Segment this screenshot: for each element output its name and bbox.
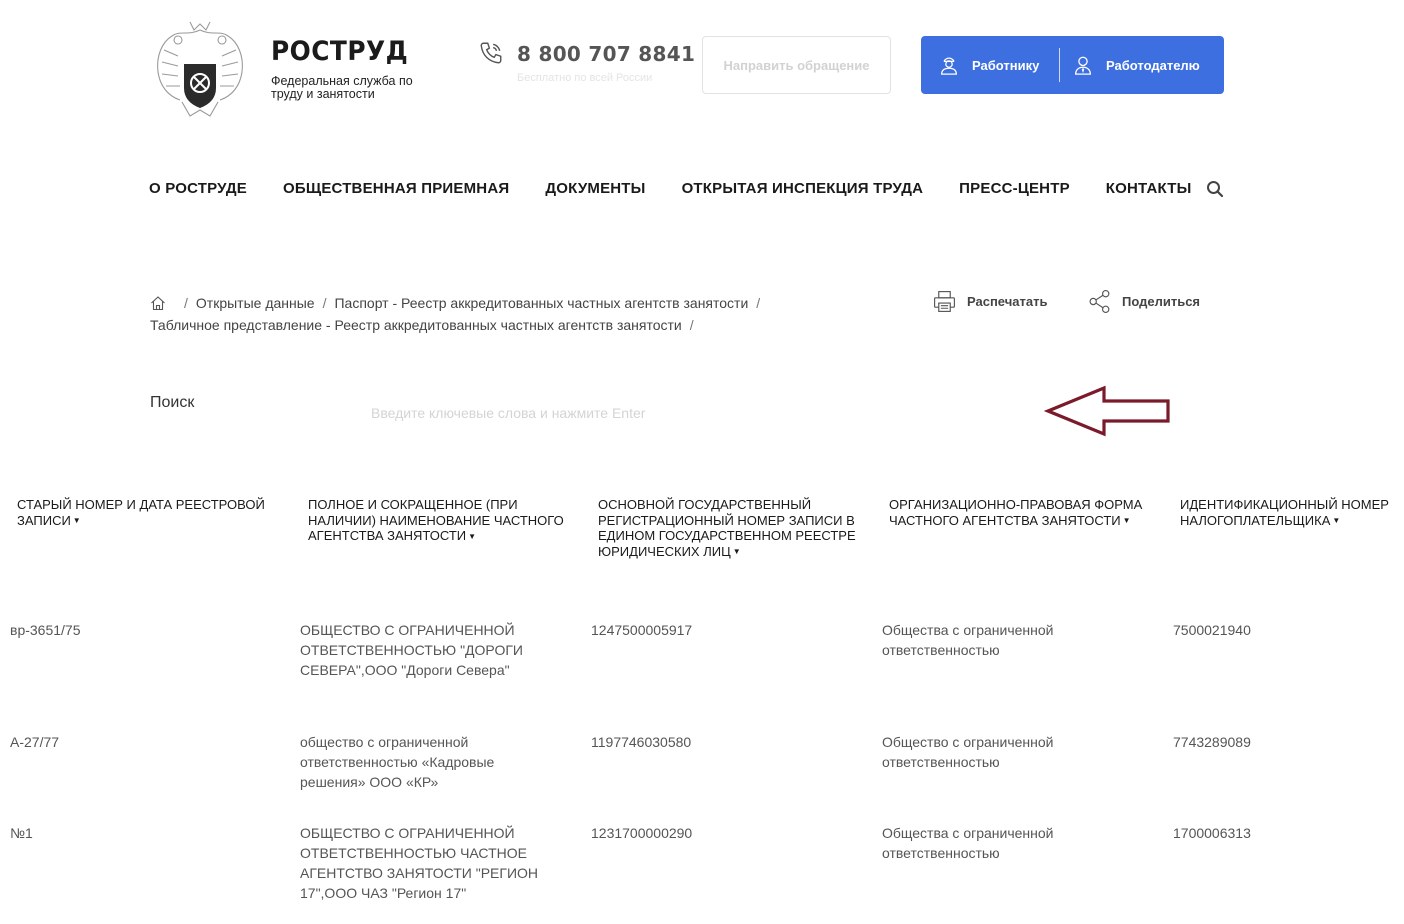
home-icon[interactable] [150, 295, 166, 311]
hotline-note: Бесплатно по всей России [517, 72, 653, 84]
table-cell-inn: 7743289089 [1173, 734, 1251, 750]
breadcrumb-item-table-view[interactable]: Табличное представление - Реестр аккреди… [150, 314, 682, 336]
audience-switch: Работнику Работодателю [921, 36, 1224, 94]
send-appeal-button[interactable]: Направить обращение [702, 36, 891, 94]
table-cell-old-number: А-27/77 [10, 734, 60, 750]
table-cell-old-number: вр-3651/75 [10, 622, 81, 638]
hotline-phone-number[interactable]: 8 800 707 8841 [517, 42, 695, 66]
table-cell-old-number: №1 [10, 825, 33, 841]
table-cell-legal-form: Общества с ограниченной ответственностью [882, 825, 1054, 861]
breadcrumb-separator: / [184, 295, 188, 311]
brand-subtitle: Федеральная служба по труду и занятости [271, 74, 413, 101]
nav-item-open-inspection[interactable]: ОТКРЫТАЯ ИНСПЕКЦИЯ ТРУДА [682, 180, 924, 197]
column-header-name[interactable]: ПОЛНОЕ И СОКРАЩЕННОЕ (ПРИ НАЛИЧИИ) НАИМЕ… [308, 497, 570, 544]
column-header-old-number[interactable]: СТАРЫЙ НОМЕР И ДАТА РЕЕСТРОВОЙ ЗАПИСИ ▼ [17, 497, 267, 529]
employer-button-label: Работодателю [1106, 57, 1200, 73]
breadcrumb-separator: / [689, 317, 694, 333]
table-cell-legal-form: Общество с ограниченной ответственностью [882, 734, 1054, 770]
column-header-ogrn[interactable]: ОСНОВНОЙ ГОСУДАРСТВЕННЫЙ РЕГИСТРАЦИОННЫЙ… [598, 497, 856, 560]
worker-button-label: Работнику [972, 57, 1040, 73]
breadcrumb-separator: / [322, 295, 327, 311]
search-label: Поиск [150, 394, 195, 411]
share-icon [1089, 289, 1110, 314]
sort-caret-icon: ▼ [468, 531, 477, 541]
table-cell-name: ОБЩЕСТВО С ОГРАНИЧЕННОЙ ОТВЕТСТВЕННОСТЬЮ… [300, 622, 523, 678]
main-nav: О РОСТРУДЕ ОБЩЕСТВЕННАЯ ПРИЕМНАЯ ДОКУМЕН… [149, 180, 1191, 197]
breadcrumb: / Открытые данные / Паспорт - Реестр акк… [150, 292, 850, 336]
table-cell-ogrn: 1247500005917 [591, 622, 693, 638]
breadcrumb-item-passport[interactable]: Паспорт - Реестр аккредитованных частных… [334, 292, 748, 314]
search-input[interactable] [362, 398, 882, 428]
worker-icon [941, 57, 957, 75]
share-button-label: Поделиться [1122, 294, 1201, 309]
breadcrumb-separator: / [756, 295, 761, 311]
nav-item-documents[interactable]: ДОКУМЕНТЫ [545, 180, 645, 197]
table-cell-legal-form: Общества с ограниченной ответственностью [882, 622, 1054, 658]
employer-icon [1075, 56, 1091, 75]
table-cell-name: общество с ограниченной ответственностью… [300, 734, 495, 790]
nav-item-about[interactable]: О РОСТРУДЕ [149, 180, 247, 197]
nav-item-press-center[interactable]: ПРЕСС-ЦЕНТР [959, 180, 1070, 197]
table-cell-name: ОБЩЕСТВО С ОГРАНИЧЕННОЙ ОТВЕТСТВЕННОСТЬЮ… [300, 825, 539, 901]
print-button[interactable]: Распечатать [932, 289, 1047, 314]
table-cell-inn: 1700006313 [1173, 825, 1251, 841]
phone-icon [480, 42, 502, 64]
column-header-legal-form[interactable]: ОРГАНИЗАЦИОННО-ПРАВОВАЯ ФОРМА ЧАСТНОГО А… [889, 497, 1151, 529]
table-cell-ogrn: 1231700000290 [591, 825, 693, 841]
share-button[interactable]: Поделиться [1088, 289, 1200, 314]
sort-caret-icon: ▼ [732, 547, 741, 557]
worker-button[interactable]: Работнику [921, 36, 1059, 94]
employer-button[interactable]: Работодателю [1060, 36, 1200, 94]
printer-icon [934, 291, 955, 312]
nav-item-reception[interactable]: ОБЩЕСТВЕННАЯ ПРИЕМНАЯ [283, 180, 509, 197]
annotation-arrow [1044, 385, 1170, 437]
sort-caret-icon: ▼ [1332, 516, 1341, 526]
breadcrumb-item-open-data[interactable]: Открытые данные [196, 292, 315, 314]
column-header-inn[interactable]: ИДЕНТИФИКАЦИОННЫЙ НОМЕР НАЛОГОПЛАТЕЛЬЩИК… [1180, 497, 1402, 529]
search-icon[interactable] [1206, 180, 1224, 198]
table-cell-inn: 7500021940 [1173, 622, 1251, 638]
sort-caret-icon: ▼ [1122, 516, 1131, 526]
print-button-label: Распечатать [967, 294, 1048, 309]
rostrud-emblem-logo[interactable] [150, 16, 250, 122]
nav-item-contacts[interactable]: КОНТАКТЫ [1106, 180, 1192, 197]
table-cell-ogrn: 1197746030580 [591, 734, 692, 750]
sort-caret-icon: ▼ [72, 516, 81, 526]
brand-title: РОСТРУД [271, 36, 409, 67]
